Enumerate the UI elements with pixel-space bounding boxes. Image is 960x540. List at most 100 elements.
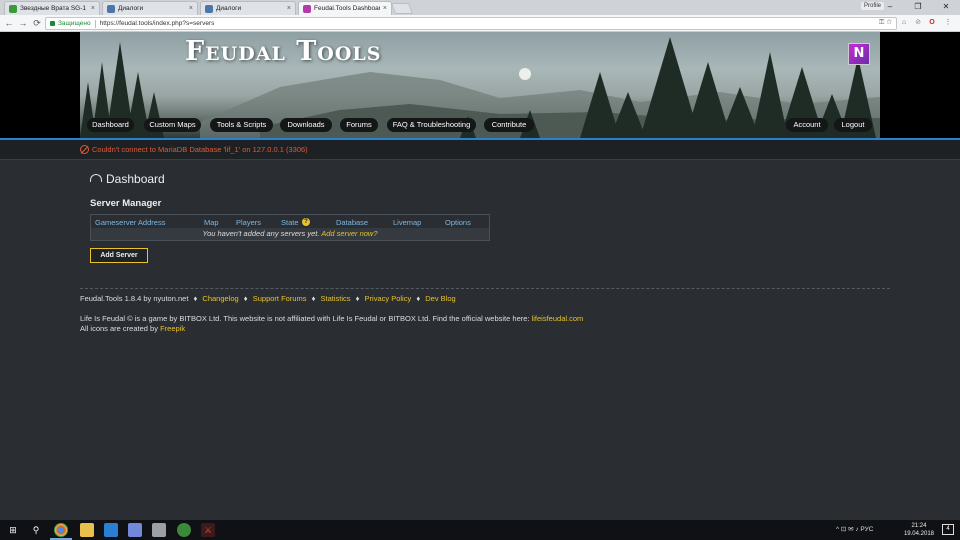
tab-close-icon[interactable]: × — [383, 5, 387, 12]
notifications-icon[interactable]: 4 — [942, 524, 954, 535]
app-icon[interactable] — [152, 523, 166, 537]
reload-button[interactable]: ⟳ — [31, 17, 43, 29]
col-header-address[interactable]: Gameserver Address — [95, 218, 165, 227]
time: 21:24 — [911, 523, 927, 529]
discord-icon[interactable] — [128, 523, 142, 537]
browser-tab-active[interactable]: Feudal.Tools Dashboard × — [298, 1, 392, 15]
tab-favicon-icon — [205, 4, 213, 13]
game-icon[interactable] — [177, 523, 191, 537]
side-margin — [0, 32, 80, 138]
browser-tab-strip: Звездные Врата SG-1 сез × Диалоги × Диал… — [0, 0, 960, 15]
add-server-link[interactable]: Add server now? — [321, 229, 377, 238]
chrome-icon[interactable] — [54, 523, 68, 537]
add-server-button[interactable]: Add Server — [90, 248, 148, 263]
folder-icon[interactable] — [80, 523, 94, 537]
separator: ♦ — [193, 294, 198, 303]
user-avatar[interactable]: N — [848, 43, 870, 65]
date: 19.04.2018 — [903, 531, 934, 537]
nav-dashboard[interactable]: Dashboard — [87, 118, 134, 132]
adblock-icon[interactable]: ⊘ — [913, 18, 923, 28]
star-icon[interactable]: ☆ — [886, 19, 892, 26]
alert-message: Couldn't connect to MariaDB Database 'li… — [92, 145, 308, 154]
separator: ♦ — [355, 294, 360, 303]
url-text[interactable]: https://feudal.tools/index.php?s=servers — [100, 20, 215, 27]
mail-icon[interactable] — [104, 523, 118, 537]
dev-blog-link[interactable]: Dev Blog — [425, 294, 455, 303]
lock-icon — [50, 21, 55, 26]
empty-table-row: You haven't added any servers yet. Add s… — [91, 228, 489, 240]
tab-favicon-icon — [9, 4, 17, 13]
col-header-livemap[interactable]: Livemap — [393, 218, 421, 227]
tab-close-icon[interactable]: × — [189, 5, 193, 12]
page-title: Dashboard — [106, 172, 165, 186]
browser-tab[interactable]: Звездные Врата SG-1 сез × — [4, 1, 100, 15]
official-site-link[interactable]: lifeisfeudal.com — [532, 314, 584, 323]
col-header-players[interactable]: Players — [236, 218, 261, 227]
tab-title: Диалоги — [118, 5, 144, 12]
version-text: Feudal.Tools 1.8.4 by nyuton.net — [80, 294, 189, 303]
tab-favicon-icon — [107, 4, 115, 13]
separator: ♦ — [243, 294, 248, 303]
server-table: Gameserver Address Map Players State ? D… — [90, 214, 490, 241]
opera-icon[interactable]: O — [927, 18, 937, 28]
privacy-policy-link[interactable]: Privacy Policy — [365, 294, 412, 303]
feudal-app-icon[interactable]: ⚔ — [201, 523, 215, 537]
nav-forums[interactable]: Forums — [340, 118, 378, 132]
support-forums-link[interactable]: Support Forums — [253, 294, 307, 303]
tab-title: Feudal.Tools Dashboard — [314, 5, 380, 12]
nav-custom-maps[interactable]: Custom Maps — [144, 118, 201, 132]
footer-links: Feudal.Tools 1.8.4 by nyuton.net ♦ Chang… — [80, 294, 456, 303]
back-button[interactable]: ← — [3, 17, 15, 29]
windows-taskbar: ⊞ ⚲ ⚔ ^ ⊡ ✉ ♪ РУС 21:24 19.04.2018 4 — [0, 520, 960, 540]
clock[interactable]: 21:24 19.04.2018 — [904, 522, 934, 538]
tab-favicon-icon — [303, 4, 311, 13]
minimize-button[interactable]: – — [876, 0, 904, 15]
error-alert: Couldn't connect to MariaDB Database 'li… — [0, 140, 960, 160]
separator: ♦ — [416, 294, 421, 303]
address-bar[interactable]: Защищено https://feudal.tools/index.php?… — [45, 17, 897, 30]
side-margin — [880, 32, 960, 138]
secure-label: Защищено — [58, 20, 91, 27]
menu-icon[interactable]: ⋮ — [943, 18, 953, 28]
help-icon[interactable]: ? — [302, 218, 310, 226]
divider — [94, 19, 96, 28]
home-icon[interactable]: ⌂ — [899, 18, 909, 28]
statistics-link[interactable]: Statistics — [321, 294, 351, 303]
forward-button[interactable]: → — [17, 17, 29, 29]
col-header-database[interactable]: Database — [336, 218, 368, 227]
nav-downloads[interactable]: Downloads — [280, 118, 332, 132]
windows-start-icon[interactable]: ⊞ — [6, 523, 20, 537]
nav-logout[interactable]: Logout — [834, 118, 872, 132]
tab-close-icon[interactable]: × — [287, 5, 291, 12]
browser-tab[interactable]: Диалоги × — [200, 1, 296, 15]
changelog-link[interactable]: Changelog — [202, 294, 238, 303]
system-tray[interactable]: ^ ⊡ ✉ ♪ РУС — [836, 525, 873, 533]
col-header-options[interactable]: Options — [445, 218, 471, 227]
col-header-map[interactable]: Map — [204, 218, 219, 227]
tab-title: Диалоги — [216, 5, 242, 12]
nav-tools-scripts[interactable]: Tools & Scripts — [210, 118, 273, 132]
site-title[interactable]: Feudal Tools — [185, 36, 381, 67]
omnibox-actions: ⚿ ☆ — [879, 19, 892, 27]
tab-title: Звездные Врата SG-1 сез — [20, 5, 88, 12]
key-icon[interactable]: ⚿ — [879, 19, 884, 26]
freepik-link[interactable]: Freepik — [160, 324, 185, 333]
nav-contribute[interactable]: Contribute — [484, 118, 534, 132]
disclaimer: Life Is Feudal © is a game by BITBOX Ltd… — [80, 314, 583, 323]
maximize-button[interactable]: ❐ — [904, 0, 932, 15]
nav-faq[interactable]: FAQ & Troubleshooting — [387, 118, 476, 132]
new-tab-button[interactable] — [390, 3, 414, 14]
browser-toolbar: ← → ⟳ Защищено https://feudal.tools/inde… — [0, 15, 960, 32]
speedometer-icon — [90, 174, 102, 182]
nav-account[interactable]: Account — [786, 118, 828, 132]
col-header-state[interactable]: State — [281, 218, 299, 227]
empty-message: You haven't added any servers yet. — [202, 229, 320, 238]
footer-divider — [80, 288, 890, 289]
tab-close-icon[interactable]: × — [91, 5, 95, 12]
search-icon[interactable]: ⚲ — [29, 523, 43, 537]
close-window-button[interactable]: ✕ — [932, 0, 960, 15]
prohibited-icon — [80, 145, 89, 154]
separator: ♦ — [311, 294, 316, 303]
browser-tab[interactable]: Диалоги × — [102, 1, 198, 15]
disclaimer-text: Life Is Feudal © is a game by BITBOX Ltd… — [80, 314, 530, 323]
